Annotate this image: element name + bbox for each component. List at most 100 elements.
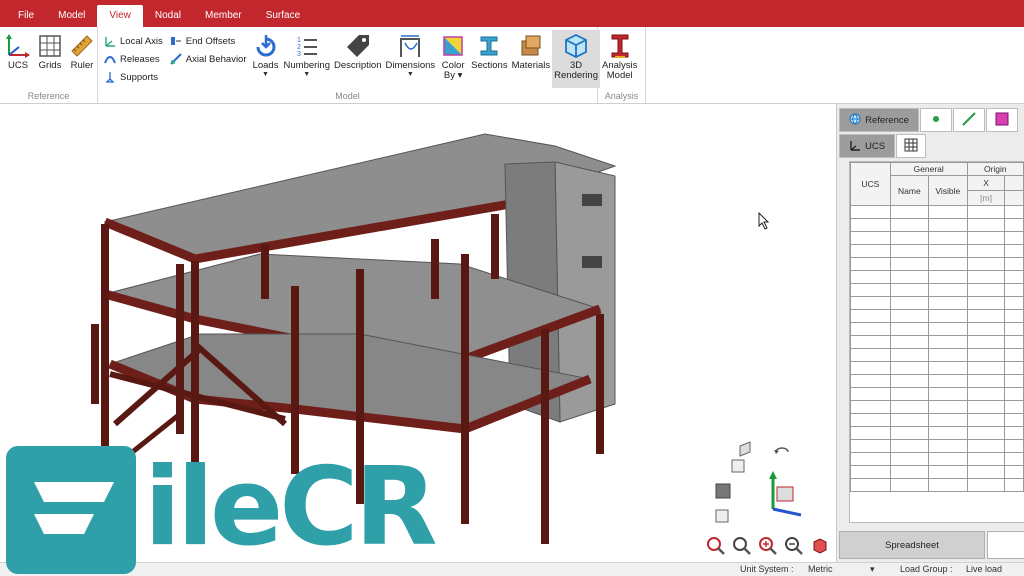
table-cell[interactable]	[1004, 296, 1024, 310]
table-row[interactable]	[850, 374, 1024, 388]
table-cell[interactable]	[1004, 348, 1024, 362]
table-row[interactable]	[850, 257, 1024, 271]
tab-member[interactable]: Member	[193, 5, 254, 27]
table-row[interactable]	[850, 413, 1024, 427]
tab-node[interactable]	[920, 108, 952, 132]
local-axis-button[interactable]: Local Axis	[103, 32, 163, 50]
table-cell[interactable]	[928, 478, 968, 492]
table-cell[interactable]	[928, 400, 968, 414]
table-cell[interactable]	[928, 309, 968, 323]
end-offsets-button[interactable]: End Offsets	[169, 32, 247, 50]
table-cell[interactable]	[850, 322, 891, 336]
table-cell[interactable]	[928, 322, 968, 336]
table-cell[interactable]	[928, 348, 968, 362]
table-cell[interactable]	[1004, 478, 1024, 492]
table-cell[interactable]	[889, 296, 930, 310]
table-cell[interactable]	[928, 244, 968, 258]
table-cell[interactable]	[928, 387, 968, 401]
materials-button[interactable]: Materials	[510, 30, 553, 71]
table-cell[interactable]	[928, 218, 968, 232]
table-row[interactable]	[850, 348, 1024, 362]
table-cell[interactable]	[966, 270, 1006, 284]
table-cell[interactable]	[928, 426, 968, 440]
table-cell[interactable]	[966, 387, 1006, 401]
table-cell[interactable]	[850, 348, 891, 362]
table-cell[interactable]	[928, 374, 968, 388]
analysis-model-button[interactable]: Analysis Model	[600, 30, 639, 81]
zoom-extents-icon[interactable]	[810, 536, 830, 559]
table-cell[interactable]	[850, 283, 891, 297]
table-cell[interactable]	[850, 478, 891, 492]
zoom-in-icon[interactable]	[758, 536, 778, 559]
unit-system-dropdown-icon[interactable]: ▾	[870, 564, 875, 575]
zoom-icon[interactable]	[732, 536, 752, 559]
table-cell[interactable]	[966, 231, 1006, 245]
table-cell[interactable]	[850, 465, 891, 479]
table-cell[interactable]	[850, 205, 891, 219]
table-cell[interactable]	[1004, 335, 1024, 349]
zoom-out-icon[interactable]	[784, 536, 804, 559]
color-by-button[interactable]: Color By ▾	[437, 30, 469, 81]
unit-system-select[interactable]: Metric	[808, 564, 833, 574]
table-cell[interactable]	[850, 413, 891, 427]
view-cube-front-icon[interactable]	[712, 440, 752, 527]
table-cell[interactable]	[889, 465, 930, 479]
table-cell[interactable]	[1004, 465, 1024, 479]
panel-extra-button[interactable]	[987, 531, 1024, 559]
table-cell[interactable]	[850, 244, 891, 258]
table-cell[interactable]	[1004, 439, 1024, 453]
spreadsheet-button[interactable]: Spreadsheet	[839, 531, 985, 559]
table-cell[interactable]	[850, 439, 891, 453]
table-cell[interactable]	[1004, 270, 1024, 284]
table-row[interactable]	[850, 439, 1024, 453]
rotate-view-icon[interactable]	[772, 444, 794, 461]
tab-file[interactable]: File	[6, 5, 46, 27]
table-cell[interactable]	[966, 361, 1006, 375]
table-row[interactable]	[850, 387, 1024, 401]
table-cell[interactable]	[966, 426, 1006, 440]
table-cell[interactable]	[889, 283, 930, 297]
tab-model[interactable]: Model	[46, 5, 97, 27]
table-cell[interactable]	[850, 361, 891, 375]
table-cell[interactable]	[889, 309, 930, 323]
table-row[interactable]	[850, 322, 1024, 336]
table-row[interactable]	[850, 361, 1024, 375]
table-cell[interactable]	[889, 322, 930, 336]
table-cell[interactable]	[928, 335, 968, 349]
table-cell[interactable]	[966, 400, 1006, 414]
table-cell[interactable]	[966, 205, 1006, 219]
table-cell[interactable]	[850, 218, 891, 232]
table-cell[interactable]	[889, 387, 930, 401]
ruler-button[interactable]: Ruler	[66, 30, 98, 71]
loads-button[interactable]: Loads ▼	[250, 30, 282, 79]
table-cell[interactable]	[850, 452, 891, 466]
table-cell[interactable]	[850, 426, 891, 440]
table-row[interactable]	[850, 452, 1024, 466]
table-cell[interactable]	[928, 296, 968, 310]
table-cell[interactable]	[889, 244, 930, 258]
table-cell[interactable]	[850, 231, 891, 245]
table-cell[interactable]	[889, 361, 930, 375]
table-cell[interactable]	[928, 452, 968, 466]
table-cell[interactable]	[928, 361, 968, 375]
table-cell[interactable]	[1004, 218, 1024, 232]
table-cell[interactable]	[966, 322, 1006, 336]
table-row[interactable]	[850, 335, 1024, 349]
table-cell[interactable]	[966, 244, 1006, 258]
table-cell[interactable]	[1004, 257, 1024, 271]
table-cell[interactable]	[966, 309, 1006, 323]
table-cell[interactable]	[928, 205, 968, 219]
ucs-table-container[interactable]: UCS General Origin Name Visible X [m]	[849, 161, 1024, 523]
table-cell[interactable]	[966, 218, 1006, 232]
table-cell[interactable]	[889, 348, 930, 362]
table-cell[interactable]	[850, 296, 891, 310]
load-group-select[interactable]: Live load	[966, 564, 1002, 574]
table-cell[interactable]	[850, 374, 891, 388]
table-row[interactable]	[850, 218, 1024, 232]
table-cell[interactable]	[966, 335, 1006, 349]
table-cell[interactable]	[889, 400, 930, 414]
table-cell[interactable]	[850, 257, 891, 271]
table-cell[interactable]	[966, 439, 1006, 453]
numbering-button[interactable]: 123 Numbering ▼	[282, 30, 332, 79]
table-row[interactable]	[850, 400, 1024, 414]
